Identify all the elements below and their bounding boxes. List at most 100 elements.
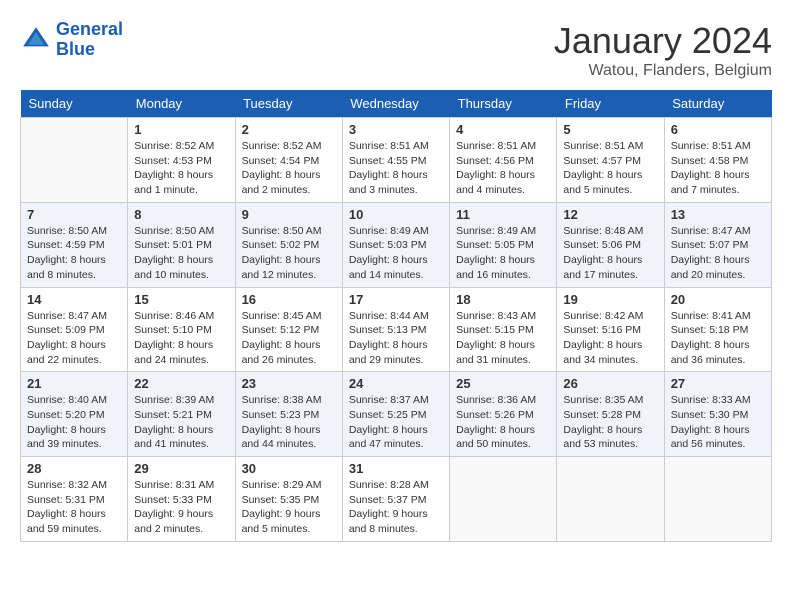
- calendar-table: SundayMondayTuesdayWednesdayThursdayFrid…: [20, 90, 772, 542]
- day-number: 1: [134, 122, 228, 137]
- calendar-week-row: 1 Sunrise: 8:52 AM Sunset: 4:53 PM Daylig…: [21, 118, 772, 203]
- day-number: 12: [563, 207, 657, 222]
- day-number: 7: [27, 207, 121, 222]
- calendar-cell: 21Sunrise: 8:40 AM Sunset: 5:20 PM Dayli…: [21, 372, 128, 457]
- day-info: Sunrise: 8:31 AM Sunset: 5:33 PM Dayligh…: [134, 478, 228, 537]
- day-info: Sunrise: 8:50 AM Sunset: 4:59 PM Dayligh…: [27, 224, 121, 283]
- logo-line2: Blue: [56, 39, 95, 59]
- page-header: General Blue January 2024 Watou, Flander…: [20, 20, 772, 80]
- day-number: 19: [563, 292, 657, 307]
- calendar-cell: 16 Sunrise: 8:45 AM Sunset: 5:12 PM Dayli…: [235, 287, 342, 372]
- day-number: 20: [671, 292, 765, 307]
- calendar-cell: 18 Sunrise: 8:43 AM Sunset: 5:15 PM Dayli…: [450, 287, 557, 372]
- day-number: 9: [242, 207, 336, 222]
- weekday-header: Sunday: [21, 90, 128, 118]
- day-info: Sunrise: 8:51 AM Sunset: 4:56 PM Dayligh…: [456, 139, 550, 198]
- day-number: 3: [349, 122, 443, 137]
- day-number: 31: [349, 461, 443, 476]
- day-info: Sunrise: 8:36 AM Sunset: 5:26 PM Dayligh…: [456, 393, 550, 452]
- calendar-week-row: 7 Sunrise: 8:50 AM Sunset: 4:59 PM Daylig…: [21, 202, 772, 287]
- day-info: Sunrise: 8:38 AM Sunset: 5:23 PM Dayligh…: [242, 393, 336, 452]
- title-block: January 2024 Watou, Flanders, Belgium: [554, 20, 772, 80]
- calendar-cell: [664, 457, 771, 542]
- day-info: Sunrise: 8:43 AM Sunset: 5:15 PM Dayligh…: [456, 309, 550, 368]
- month-title: January 2024: [554, 20, 772, 62]
- day-number: 18: [456, 292, 550, 307]
- weekday-header: Monday: [128, 90, 235, 118]
- day-number: 26: [563, 376, 657, 391]
- day-number: 25: [456, 376, 550, 391]
- day-info: Sunrise: 8:39 AM Sunset: 5:21 PM Dayligh…: [134, 393, 228, 452]
- day-number: 15: [134, 292, 228, 307]
- day-number: 6: [671, 122, 765, 137]
- weekday-header-row: SundayMondayTuesdayWednesdayThursdayFrid…: [21, 90, 772, 118]
- calendar-cell: 15 Sunrise: 8:46 AM Sunset: 5:10 PM Dayli…: [128, 287, 235, 372]
- calendar-cell: 28Sunrise: 8:32 AM Sunset: 5:31 PM Dayli…: [21, 457, 128, 542]
- day-info: Sunrise: 8:48 AM Sunset: 5:06 PM Dayligh…: [563, 224, 657, 283]
- calendar-cell: 1 Sunrise: 8:52 AM Sunset: 4:53 PM Daylig…: [128, 118, 235, 203]
- calendar-week-row: 14 Sunrise: 8:47 AM Sunset: 5:09 PM Dayli…: [21, 287, 772, 372]
- day-number: 10: [349, 207, 443, 222]
- day-number: 16: [242, 292, 336, 307]
- weekday-header: Thursday: [450, 90, 557, 118]
- calendar-cell: 19 Sunrise: 8:42 AM Sunset: 5:16 PM Dayli…: [557, 287, 664, 372]
- calendar-cell: 31 Sunrise: 8:28 AM Sunset: 5:37 PM Dayli…: [342, 457, 449, 542]
- calendar-cell: 24 Sunrise: 8:37 AM Sunset: 5:25 PM Dayli…: [342, 372, 449, 457]
- day-info: Sunrise: 8:45 AM Sunset: 5:12 PM Dayligh…: [242, 309, 336, 368]
- day-info: Sunrise: 8:35 AM Sunset: 5:28 PM Dayligh…: [563, 393, 657, 452]
- calendar-cell: 10 Sunrise: 8:49 AM Sunset: 5:03 PM Dayli…: [342, 202, 449, 287]
- day-info: Sunrise: 8:41 AM Sunset: 5:18 PM Dayligh…: [671, 309, 765, 368]
- weekday-header: Friday: [557, 90, 664, 118]
- day-info: Sunrise: 8:46 AM Sunset: 5:10 PM Dayligh…: [134, 309, 228, 368]
- day-number: 11: [456, 207, 550, 222]
- day-info: Sunrise: 8:37 AM Sunset: 5:25 PM Dayligh…: [349, 393, 443, 452]
- location-subtitle: Watou, Flanders, Belgium: [554, 62, 772, 80]
- calendar-cell: 17 Sunrise: 8:44 AM Sunset: 5:13 PM Dayli…: [342, 287, 449, 372]
- calendar-cell: 5Sunrise: 8:51 AM Sunset: 4:57 PM Daylig…: [557, 118, 664, 203]
- day-info: Sunrise: 8:52 AM Sunset: 4:54 PM Dayligh…: [242, 139, 336, 198]
- logo-line1: General: [56, 19, 123, 39]
- calendar-week-row: 28Sunrise: 8:32 AM Sunset: 5:31 PM Dayli…: [21, 457, 772, 542]
- day-info: Sunrise: 8:29 AM Sunset: 5:35 PM Dayligh…: [242, 478, 336, 537]
- calendar-cell: 29Sunrise: 8:31 AM Sunset: 5:33 PM Dayli…: [128, 457, 235, 542]
- day-number: 14: [27, 292, 121, 307]
- day-number: 17: [349, 292, 443, 307]
- calendar-cell: 2 Sunrise: 8:52 AM Sunset: 4:54 PM Daylig…: [235, 118, 342, 203]
- day-info: Sunrise: 8:28 AM Sunset: 5:37 PM Dayligh…: [349, 478, 443, 537]
- day-info: Sunrise: 8:50 AM Sunset: 5:02 PM Dayligh…: [242, 224, 336, 283]
- day-info: Sunrise: 8:47 AM Sunset: 5:07 PM Dayligh…: [671, 224, 765, 283]
- day-number: 8: [134, 207, 228, 222]
- calendar-cell: 20 Sunrise: 8:41 AM Sunset: 5:18 PM Dayli…: [664, 287, 771, 372]
- day-info: Sunrise: 8:49 AM Sunset: 5:03 PM Dayligh…: [349, 224, 443, 283]
- calendar-cell: 30Sunrise: 8:29 AM Sunset: 5:35 PM Dayli…: [235, 457, 342, 542]
- calendar-cell: 13 Sunrise: 8:47 AM Sunset: 5:07 PM Dayli…: [664, 202, 771, 287]
- calendar-cell: 9 Sunrise: 8:50 AM Sunset: 5:02 PM Daylig…: [235, 202, 342, 287]
- day-number: 13: [671, 207, 765, 222]
- day-number: 2: [242, 122, 336, 137]
- calendar-cell: 11Sunrise: 8:49 AM Sunset: 5:05 PM Dayli…: [450, 202, 557, 287]
- day-number: 21: [27, 376, 121, 391]
- calendar-cell: 8Sunrise: 8:50 AM Sunset: 5:01 PM Daylig…: [128, 202, 235, 287]
- calendar-cell: 27Sunrise: 8:33 AM Sunset: 5:30 PM Dayli…: [664, 372, 771, 457]
- day-info: Sunrise: 8:51 AM Sunset: 4:57 PM Dayligh…: [563, 139, 657, 198]
- calendar-cell: 26 Sunrise: 8:35 AM Sunset: 5:28 PM Dayli…: [557, 372, 664, 457]
- day-number: 28: [27, 461, 121, 476]
- day-number: 4: [456, 122, 550, 137]
- calendar-cell: 14 Sunrise: 8:47 AM Sunset: 5:09 PM Dayli…: [21, 287, 128, 372]
- day-number: 23: [242, 376, 336, 391]
- day-number: 24: [349, 376, 443, 391]
- calendar-cell: 3Sunrise: 8:51 AM Sunset: 4:55 PM Daylig…: [342, 118, 449, 203]
- calendar-cell: 7 Sunrise: 8:50 AM Sunset: 4:59 PM Daylig…: [21, 202, 128, 287]
- day-info: Sunrise: 8:42 AM Sunset: 5:16 PM Dayligh…: [563, 309, 657, 368]
- calendar-cell: 6Sunrise: 8:51 AM Sunset: 4:58 PM Daylig…: [664, 118, 771, 203]
- calendar-cell: 25 Sunrise: 8:36 AM Sunset: 5:26 PM Dayli…: [450, 372, 557, 457]
- day-info: Sunrise: 8:52 AM Sunset: 4:53 PM Dayligh…: [134, 139, 228, 198]
- day-info: Sunrise: 8:44 AM Sunset: 5:13 PM Dayligh…: [349, 309, 443, 368]
- day-number: 22: [134, 376, 228, 391]
- calendar-cell: [450, 457, 557, 542]
- calendar-cell: [557, 457, 664, 542]
- day-info: Sunrise: 8:47 AM Sunset: 5:09 PM Dayligh…: [27, 309, 121, 368]
- calendar-cell: 12 Sunrise: 8:48 AM Sunset: 5:06 PM Dayli…: [557, 202, 664, 287]
- day-number: 27: [671, 376, 765, 391]
- calendar-cell: 4 Sunrise: 8:51 AM Sunset: 4:56 PM Daylig…: [450, 118, 557, 203]
